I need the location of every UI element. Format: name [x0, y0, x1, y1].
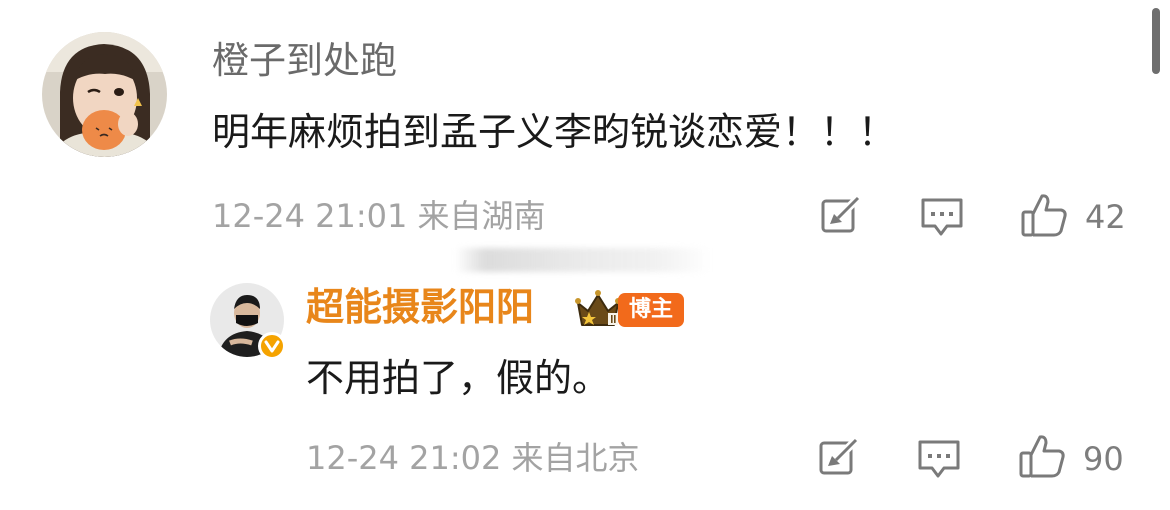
blurred-watermark	[455, 248, 710, 272]
share-icon[interactable]	[820, 196, 862, 236]
share-icon[interactable]	[818, 438, 860, 478]
comment-text: 明年麻烦拍到孟子义李昀锐谈恋爱！！！	[212, 110, 897, 154]
reply-meta: 12-24 21:02 来自北京	[306, 439, 640, 477]
scrollbar[interactable]	[1152, 8, 1160, 74]
comment-thread: 橙子到处跑 明年麻烦拍到孟子义李昀锐谈恋爱！！！ 12-24 21:01 来自湖…	[0, 0, 1170, 510]
comment-meta: 12-24 21:01 来自湖南	[212, 197, 546, 235]
avatar-image	[42, 32, 167, 157]
avatar[interactable]	[42, 32, 167, 157]
comment-icon[interactable]	[917, 438, 961, 480]
thumbs-up-icon[interactable]	[1020, 192, 1068, 238]
thumbs-up-icon[interactable]	[1018, 433, 1066, 479]
like-count: 90	[1083, 440, 1124, 478]
role-badge: 博主	[618, 293, 684, 327]
verified-v-icon	[258, 332, 286, 360]
like-count: 42	[1085, 198, 1126, 236]
reply-username[interactable]: 超能摄影阳阳	[306, 288, 534, 326]
reply-text: 不用拍了，假的。	[306, 356, 611, 400]
comment-username[interactable]: 橙子到处跑	[212, 42, 397, 79]
comment-icon[interactable]	[920, 196, 964, 238]
